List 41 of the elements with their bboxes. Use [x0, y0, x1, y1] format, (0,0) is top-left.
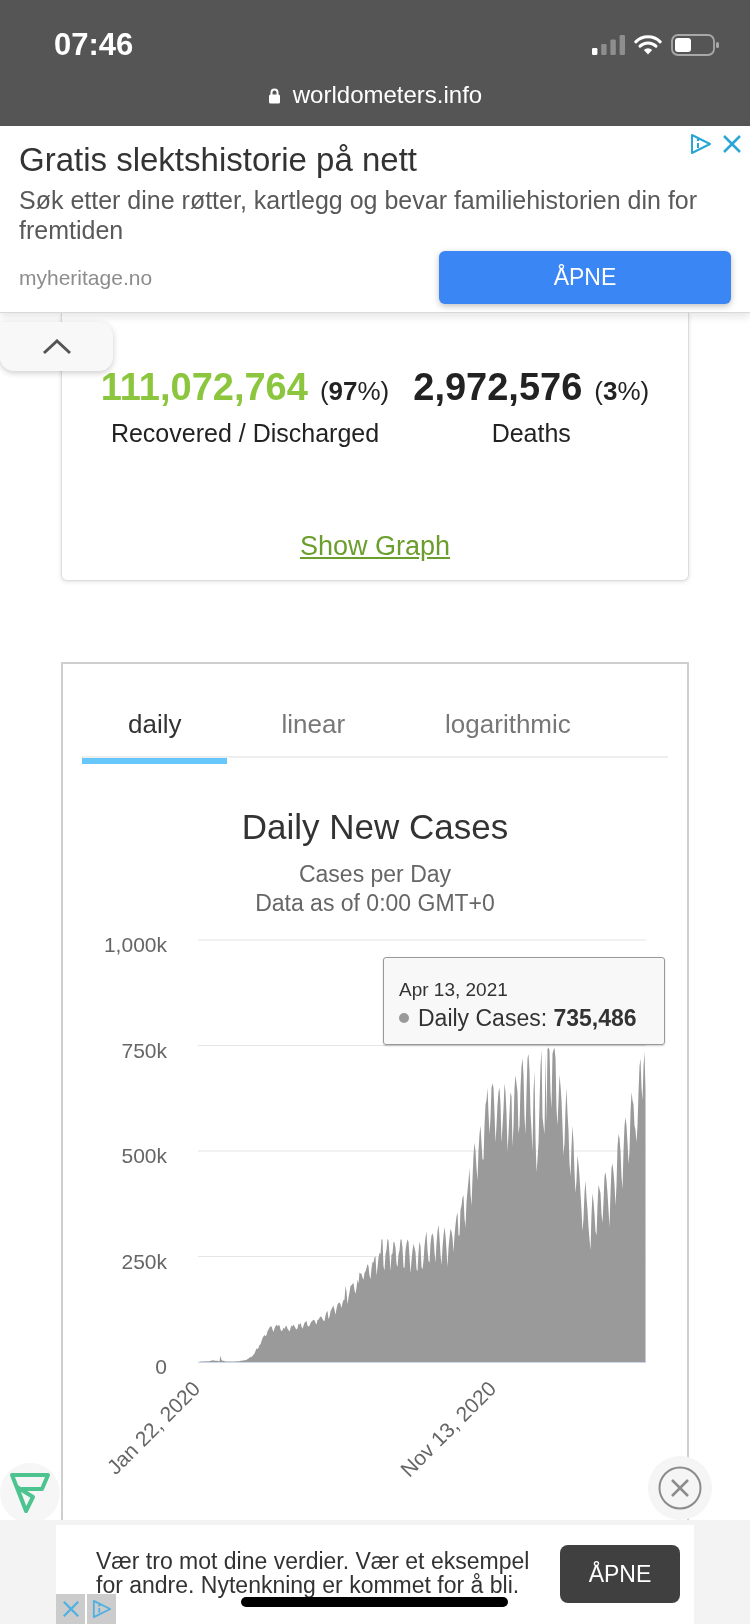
ad-info-icon[interactable] — [690, 133, 712, 155]
y-axis-label: 500k — [121, 1144, 167, 1167]
ad-info-icon[interactable] — [87, 1594, 116, 1624]
stat-label: Recovered / Discharged — [110, 418, 380, 448]
close-icon — [658, 1466, 702, 1510]
ad-description: Søk etter dine røtter, kartlegg og bevar familiehistorien din for fremtiden — [19, 185, 699, 245]
ad-text: Vær tro mot dine verdier. Vær et eksempel for andre. Nytenkning er kommet for å bli. — [96, 1549, 531, 1597]
signal-icon — [592, 35, 625, 55]
chart-title: Daily New Cases — [241, 807, 509, 847]
stat-value: 111,072,764 — [100, 365, 308, 409]
chart-subtitle: Cases per Day — [298, 860, 452, 889]
close-icon[interactable] — [722, 134, 742, 154]
battery-icon — [671, 34, 719, 56]
chart-tab[interactable]: daily — [82, 690, 228, 764]
tooltip-date: Apr 13, 2021 — [399, 978, 509, 1002]
chart-tab[interactable]: linear — [235, 690, 392, 764]
show-graph-link[interactable]: Show Graph — [299, 530, 451, 562]
open-button[interactable]: ÅPNE — [560, 1545, 680, 1603]
open-button[interactable]: ÅPNE — [439, 251, 731, 304]
ad-domain: myheritage.no — [19, 264, 153, 291]
stat-percent: (3%) — [594, 376, 650, 406]
ad-title: Gratis slektshistorie på nett — [19, 141, 417, 179]
chart-tab[interactable]: logarithmic — [399, 690, 617, 764]
stat-percent: (97%) — [319, 376, 390, 406]
lock-icon — [267, 86, 281, 104]
tooltip-value: Daily Cases: 735,486 — [418, 1004, 637, 1032]
collapse-button[interactable] — [0, 322, 113, 371]
y-axis-label: 0 — [155, 1355, 167, 1378]
status-time: 07:46 — [54, 27, 134, 63]
y-axis-label: 250k — [121, 1249, 167, 1273]
y-axis-label: 750k — [121, 1038, 167, 1062]
chevron-up-icon — [41, 338, 72, 355]
url-text[interactable]: worldometers.info — [292, 81, 483, 109]
ad-close-icon[interactable] — [56, 1594, 85, 1624]
stat-value: 2,972,576 — [413, 365, 583, 409]
series-dot-icon — [399, 1013, 409, 1023]
y-axis-label: 1,000k — [103, 933, 167, 956]
stat-label: Deaths — [491, 418, 571, 448]
wifi-icon — [634, 35, 662, 55]
chart-subtitle: Data as of 0:00 GMT+0 — [255, 889, 495, 918]
floating-logo-icon[interactable] — [0, 1463, 60, 1523]
